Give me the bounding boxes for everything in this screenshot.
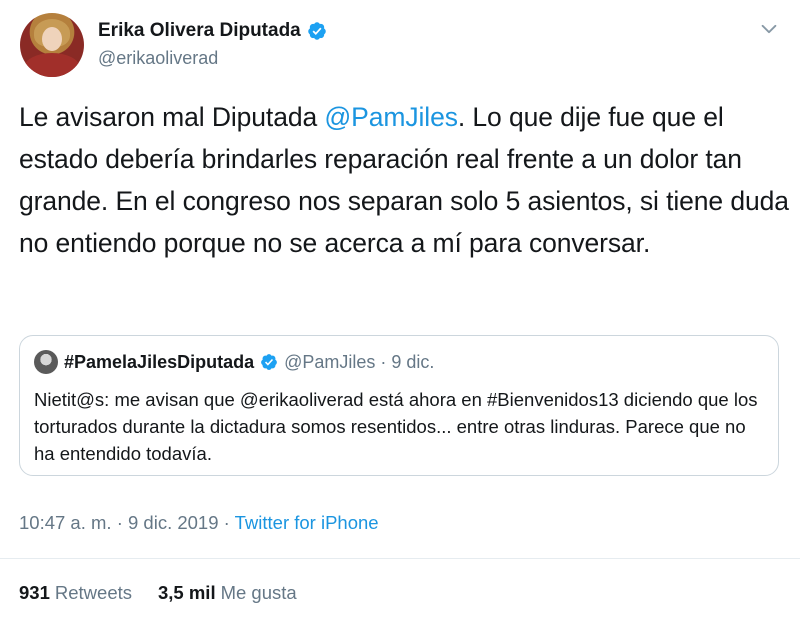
mention-link[interactable]: @PamJiles: [324, 102, 458, 132]
likes-count[interactable]: 3,5 mil: [158, 582, 216, 604]
quoted-tweet-text: Nietit@s: me avisan que @erikaoliverad e…: [34, 389, 758, 464]
timestamp[interactable]: 10:47 a. m. · 9 dic. 2019 ·: [19, 512, 235, 533]
retweets-label[interactable]: Retweets: [55, 582, 132, 604]
engagement-stats: 931 Retweets 3,5 mil Me gusta: [19, 582, 323, 604]
tweet-text-before: Le avisaron mal Diputada: [19, 102, 325, 132]
author-handle[interactable]: @erikaoliverad: [98, 48, 218, 69]
chevron-down-icon[interactable]: [758, 18, 780, 40]
divider: [0, 558, 800, 559]
verified-badge-icon: [261, 354, 277, 370]
quoted-tweet[interactable]: #PamelaJilesDiputada @PamJiles · 9 dic. …: [19, 335, 779, 476]
quoted-author-name: #PamelaJilesDiputada: [64, 351, 255, 372]
author-avatar[interactable]: [20, 13, 84, 77]
verified-badge-icon: [307, 22, 326, 40]
author-name[interactable]: Erika Olivera Diputada: [98, 20, 301, 42]
tweet-meta: 10:47 a. m. · 9 dic. 2019 · Twitter for …: [19, 512, 379, 534]
quoted-handle-date: @PamJiles · 9 dic.: [284, 351, 435, 372]
quoted-tweet-header: #PamelaJilesDiputada @PamJiles · 9 dic.: [34, 350, 434, 374]
quoted-author-avatar: [34, 350, 58, 374]
tweet-text: Le avisaron mal Diputada @PamJiles. Lo q…: [19, 96, 789, 264]
avatar-face: [42, 27, 62, 51]
retweets-count[interactable]: 931: [19, 582, 50, 604]
author-name-row[interactable]: Erika Olivera Diputada: [98, 20, 327, 42]
likes-label[interactable]: Me gusta: [221, 582, 297, 604]
avatar-body: [24, 53, 80, 77]
source-link[interactable]: Twitter for iPhone: [235, 512, 379, 533]
